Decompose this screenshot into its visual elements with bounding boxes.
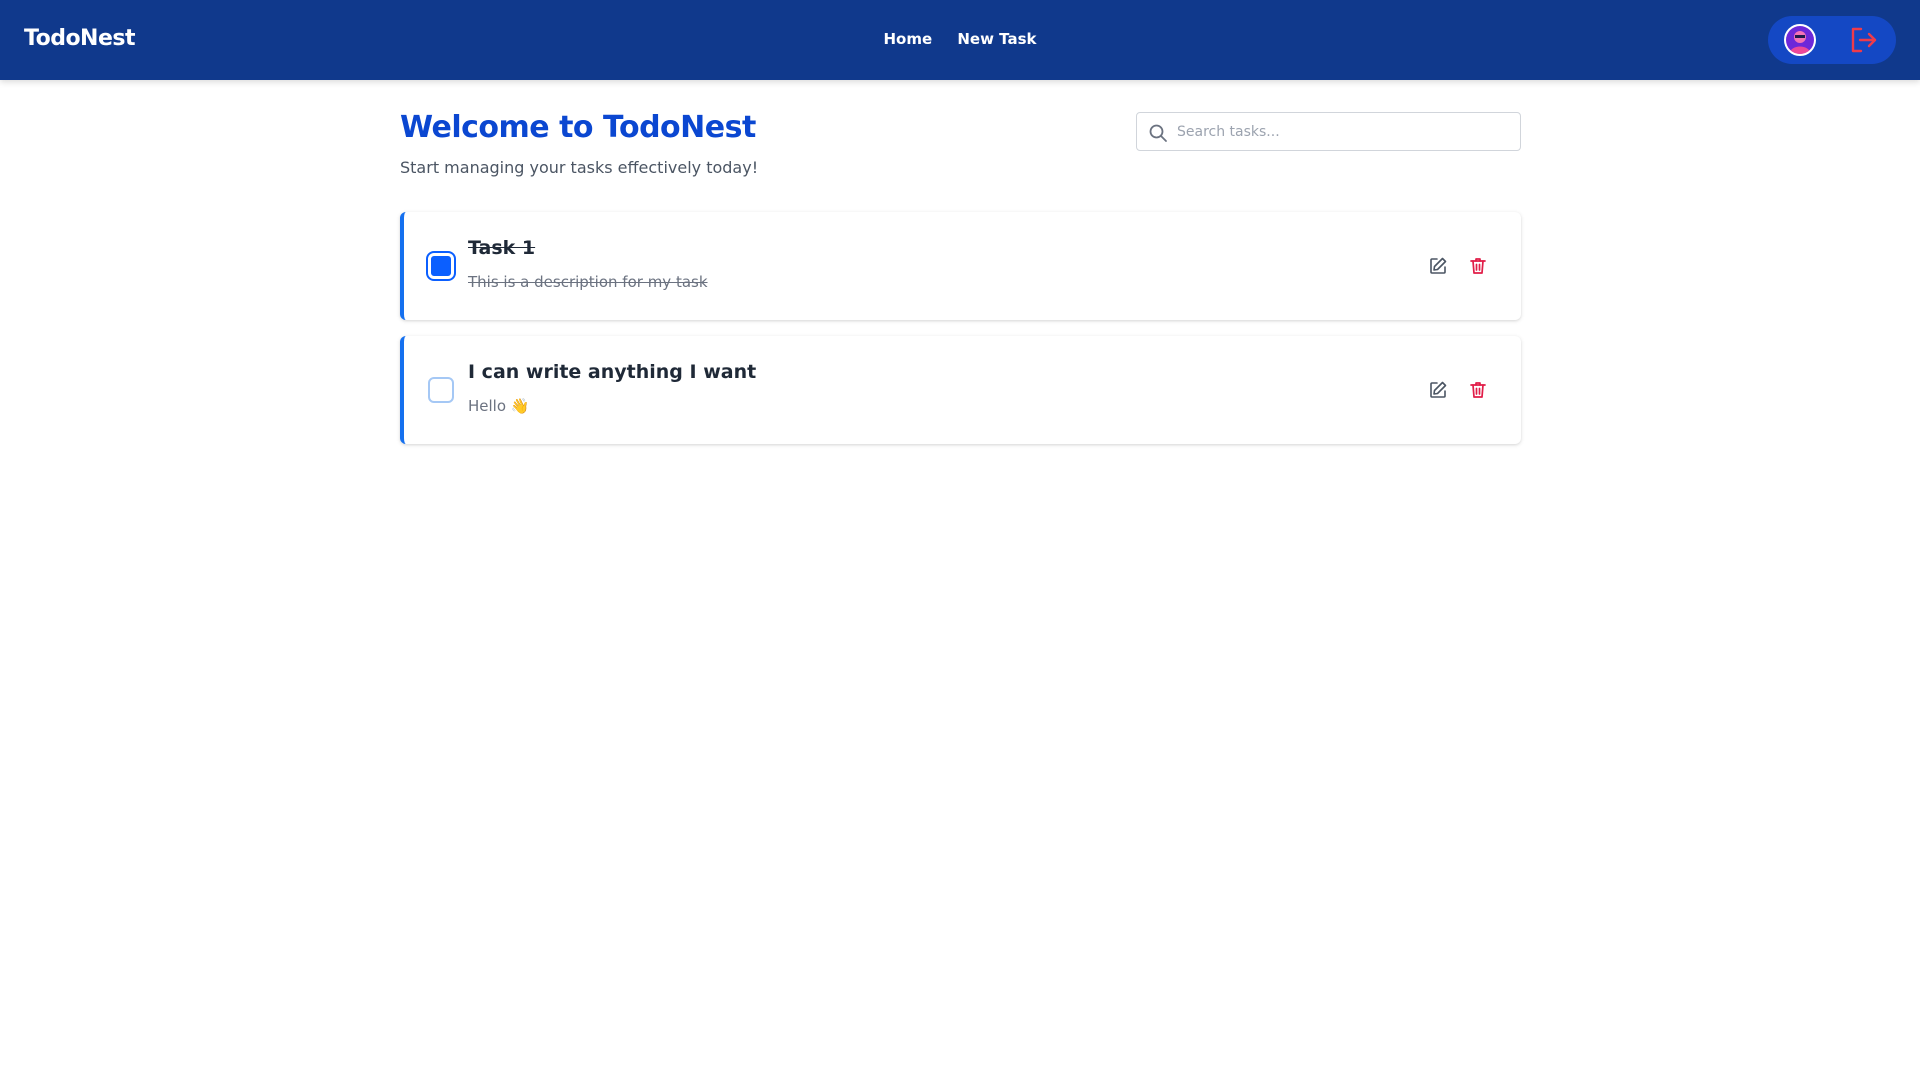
search-box [1136,112,1521,151]
user-avatar-icon[interactable] [1784,24,1816,56]
task-card: I can write anything I want Hello 👋 [400,336,1521,444]
task-complete-checkbox[interactable] [428,253,454,279]
delete-icon[interactable] [1468,380,1488,400]
logout-icon[interactable] [1850,27,1878,53]
delete-icon[interactable] [1468,256,1488,276]
page-title: Welcome to TodoNest [400,110,756,145]
top-navbar: TodoNest Home New Task [0,0,1920,80]
edit-icon[interactable] [1428,256,1448,276]
edit-icon[interactable] [1428,380,1448,400]
search-icon [1148,123,1168,143]
nav-links: Home New Task [0,30,1920,48]
task-description: Hello 👋 [468,397,530,415]
task-description: This is a description for my task [468,273,708,291]
task-title: I can write anything I want [468,361,757,383]
task-complete-checkbox[interactable] [428,377,454,403]
nav-home-link[interactable]: Home [883,30,932,48]
nav-new-task-link[interactable]: New Task [957,30,1036,48]
task-title: Task 1 [468,237,536,259]
search-input[interactable] [1177,113,1507,150]
user-menu [1768,16,1896,64]
page-subtitle: Start managing your tasks effectively to… [400,158,759,177]
task-card: Task 1 This is a description for my task [400,212,1521,320]
